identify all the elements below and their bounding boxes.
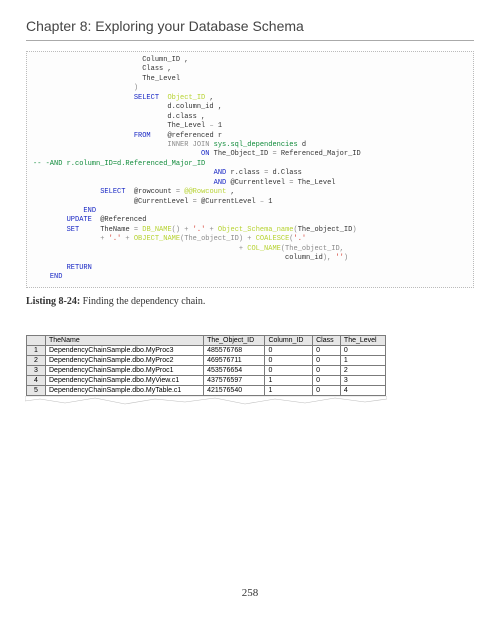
cell: 437576597 [204,375,265,385]
cell: 1 [265,375,313,385]
listing-caption: Listing 8-24: Finding the dependency cha… [26,296,474,307]
cell: 0 [265,345,313,355]
code-line: SELECT Object_ID , [33,94,214,102]
code-line: SELECT @rowcount = @@Rowcount , [33,188,235,196]
cell: 421576540 [204,385,265,395]
cell: DependencyChainSample.dbo.MyProc3 [46,345,204,355]
cell: DependencyChainSample.dbo.MyView.c1 [46,375,204,385]
row-number: 2 [27,355,46,365]
code-line: AND r.class = d.Class [33,169,302,177]
code-line: ) [33,84,138,92]
cell: 0 [313,375,341,385]
result-grid: TheName The_Object_ID Column_ID Class Th… [26,335,386,396]
code-line: END [33,273,62,281]
cell: DependencyChainSample.dbo.MyProc1 [46,365,204,375]
code-line: Column_ID , [33,56,188,64]
cell: 1 [265,385,313,395]
code-line: ON The_Object_ID = Referenced_Major_ID [33,150,361,158]
cell: 0 [340,345,385,355]
code-line: + COL_NAME(The_object_ID, [33,245,344,253]
table-row: 3 DependencyChainSample.dbo.MyProc1 4535… [27,365,386,375]
code-line: END [33,207,96,215]
row-number: 5 [27,385,46,395]
table-header-row: TheName The_Object_ID Column_ID Class Th… [27,335,386,345]
listing-label: Listing 8-24: [26,296,80,307]
cell: 0 [313,365,341,375]
code-line: d.class , [33,113,205,121]
table-row: 1 DependencyChainSample.dbo.MyProc3 4855… [27,345,386,355]
row-number: 4 [27,375,46,385]
table-row: 4 DependencyChainSample.dbo.MyView.c1 43… [27,375,386,385]
code-line: RETURN [33,264,92,272]
code-line: AND @Currentlevel = The_Level [33,179,335,187]
cell: 0 [313,355,341,365]
code-line: The_Level – 1 [33,122,222,130]
code-line: @CurrentLevel = @CurrentLevel – 1 [33,198,272,206]
cell: DependencyChainSample.dbo.MyTable.c1 [46,385,204,395]
cell: 0 [265,355,313,365]
table-corner [27,335,46,345]
code-line: d.column_id , [33,103,222,111]
chapter-title: Chapter 8: Exploring your Database Schem… [26,0,474,41]
code-line: column_id), '') [33,254,348,262]
col-header: Column_ID [265,335,313,345]
row-number: 1 [27,345,46,355]
row-number: 3 [27,365,46,375]
cell: 1 [340,355,385,365]
cell: 453576654 [204,365,265,375]
cell: 2 [340,365,385,375]
code-line: + '.' + OBJECT_NAME(The_object_ID) + COA… [33,235,306,243]
col-header: TheName [46,335,204,345]
result-grid-wrapper: TheName The_Object_ID Column_ID Class Th… [26,335,386,406]
cell: DependencyChainSample.dbo.MyProc2 [46,355,204,365]
cell: 0 [313,345,341,355]
code-line: INNER JOIN sys.sql_dependencies d [33,141,306,149]
torn-edge-icon [25,396,387,406]
code-line: SET TheName = DB_NAME() + '.' + Object_S… [33,226,357,234]
code-line: FROM @referenced r [33,132,222,140]
code-listing: Column_ID , Class , The_Level ) SELECT O… [26,51,474,288]
page-number: 258 [0,587,500,599]
code-line: The_Level [33,75,180,83]
table-row: 2 DependencyChainSample.dbo.MyProc2 4695… [27,355,386,365]
cell: 469576711 [204,355,265,365]
torn-edge-decoration [25,396,387,406]
cell: 0 [313,385,341,395]
code-line: -- -AND r.column_ID=d.Referenced_Major_I… [33,160,205,168]
col-header: Class [313,335,341,345]
page: Chapter 8: Exploring your Database Schem… [0,0,500,617]
col-header: The_Level [340,335,385,345]
cell: 3 [340,375,385,385]
cell: 4 [340,385,385,395]
table-row: 5 DependencyChainSample.dbo.MyTable.c1 4… [27,385,386,395]
listing-text: Finding the dependency chain. [83,296,206,307]
col-header: The_Object_ID [204,335,265,345]
cell: 0 [265,365,313,375]
cell: 485576768 [204,345,265,355]
code-line: UPDATE @Referenced [33,216,146,224]
code-line: Class , [33,65,172,73]
